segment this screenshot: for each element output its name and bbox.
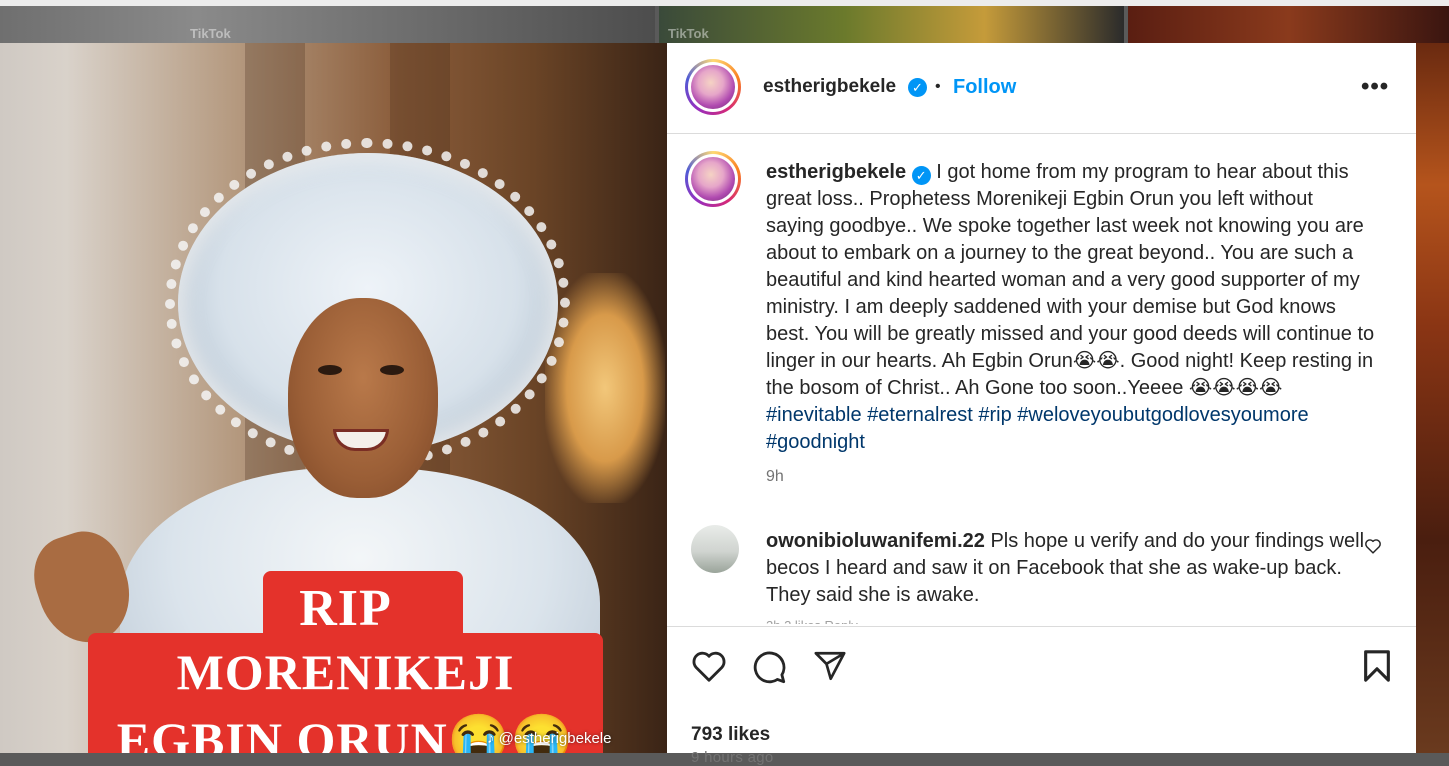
bookmark-icon[interactable] [1362,649,1392,683]
comment-icon[interactable] [751,649,787,685]
hashtag-link[interactable]: #eternalrest [867,404,973,426]
post-caption: estherigbekele ✓ I got home from my prog… [766,159,1376,456]
post-image: RIP MORENIKEJI EGBIN ORUN😭😭 ♪ @estherigb… [0,43,667,753]
hashtag-link[interactable]: #rip [978,404,1011,426]
comments-area[interactable]: estherigbekele ✓ I got home from my prog… [667,134,1416,626]
post-header: estherigbekele ✓ • Follow ••• [667,43,1416,134]
comment-meta-clipped: 2h 2 likes Reply [766,618,858,624]
eye [318,365,342,375]
eye [380,365,404,375]
verified-badge-icon: ✓ [908,78,927,97]
caption-text: I got home from my program to hear about… [766,161,1375,399]
avatar-photo [691,157,735,201]
hashtag-link[interactable]: #weloveyoubutgodlovesyoumore [1017,404,1308,426]
tiktok-watermark: TikTok [668,26,709,41]
feed-thumbnail [1416,43,1449,753]
commenter-avatar[interactable] [691,525,739,573]
rip-sign: RIP MORENIKEJI EGBIN ORUN😭😭 [88,571,603,753]
feed-thumbnail [659,6,1124,43]
face [288,298,438,498]
separator-dot: • [935,78,941,95]
feed-thumbnail [1128,6,1449,43]
author-avatar[interactable] [685,59,741,115]
avatar-photo [691,65,735,109]
verified-badge-icon: ✓ [911,166,931,185]
tiktok-watermark-handle: ♪ @estherigbekele [487,730,612,747]
tiktok-watermark: TikTok [190,26,231,41]
sign-line-1: RIP [299,580,392,637]
share-icon[interactable] [812,649,848,683]
post-actions: 793 likes 9 hours ago [667,626,1416,766]
caption-username[interactable]: estherigbekele [766,161,906,183]
post-panel: estherigbekele ✓ • Follow ••• estherigbe… [667,43,1416,766]
author-username[interactable]: estherigbekele [763,76,896,98]
follow-button[interactable]: Follow [953,76,1016,99]
heart-icon[interactable] [691,649,727,683]
feed-thumbnail [0,6,655,43]
more-options-icon[interactable]: ••• [1361,73,1389,101]
post-timestamp[interactable]: 9 hours ago [691,749,774,766]
hashtag-link[interactable]: #goodnight [766,431,865,453]
author-avatar[interactable] [685,151,741,207]
comment-username[interactable]: owonibioluwanifemi.22 [766,530,985,552]
heart-icon[interactable] [1364,538,1382,554]
caption-timestamp[interactable]: 9h [766,468,784,486]
tiktok-icon: ♪ [487,730,495,747]
hashtag-link[interactable]: #inevitable [766,404,862,426]
sign-line-2: MORENIKEJI [176,644,515,700]
likes-count[interactable]: 793 likes [691,724,770,746]
comment-item: owonibioluwanifemi.22 Pls hope u verify … [766,528,1366,609]
